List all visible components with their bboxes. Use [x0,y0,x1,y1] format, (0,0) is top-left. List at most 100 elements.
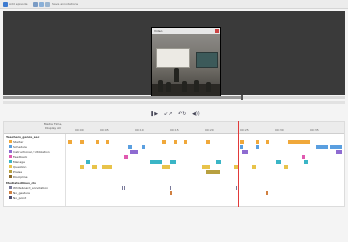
track-label[interactable]: Manage [9,160,25,164]
video-window[interactable]: Video [151,27,221,97]
loop-button[interactable]: ↶↻ [178,110,186,118]
toolbar-text-add[interactable]: Add episode [9,2,28,7]
tick-label: 00:15 [170,128,179,132]
track-group-label[interactable]: Mediatedlines_cls [6,181,36,185]
annotation-segment[interactable] [240,145,243,149]
annotation-segment[interactable] [80,140,84,144]
annotation-lanes[interactable] [66,134,344,206]
annotation-segment[interactable] [102,165,112,169]
tick-label: 00:10 [135,128,144,132]
track-label[interactable]: Question [9,165,26,169]
video-area: Video [3,11,345,97]
annotation-segment[interactable] [302,155,305,159]
playback-progress-fill [3,96,243,99]
annotation-segment[interactable] [266,191,268,195]
person-figure [194,80,199,92]
video-window-title: Video [154,29,163,33]
time-ruler[interactable]: Media Time, Display All 00:00 00:05 00:1… [4,122,344,134]
annotation-segment[interactable] [206,140,210,144]
playback-scrub-handle[interactable] [241,95,243,100]
add-icon[interactable] [3,2,8,7]
annotation-segment[interactable] [68,140,72,144]
ruler-label: Media Time, Display All [43,122,63,130]
annotation-segment[interactable] [256,140,259,144]
annotation-segment[interactable] [240,140,244,144]
annotation-segment[interactable] [242,150,248,154]
track-label[interactable]: Feedback [9,155,27,159]
volume-button[interactable]: ◀)) [192,110,200,118]
annotation-segment[interactable] [128,145,132,149]
annotation-segment[interactable] [206,170,220,174]
annotation-segment[interactable] [80,165,84,169]
track-name-column: Teachers_genre_sec Starter Schedule Inst… [4,134,66,206]
toolbar-text-save[interactable]: Save annotations [52,2,78,7]
tracks-area: Teachers_genre_sec Starter Schedule Inst… [4,134,344,206]
annotation-timeline: Media Time, Display All 00:00 00:05 00:1… [3,121,345,207]
track-label[interactable]: Starter [9,140,23,144]
tick-label: 00:00 [75,128,84,132]
annotation-segment[interactable] [162,140,166,144]
annotation-segment[interactable] [202,165,210,169]
tick-label: 00:25 [240,128,249,132]
annotation-segment[interactable] [236,186,237,190]
annotation-segment[interactable] [170,160,176,164]
person-figure [174,68,179,82]
annotation-segment[interactable] [174,140,177,144]
toolbar: Add episode Save annotations [0,0,348,9]
annotation-segment[interactable] [124,186,125,190]
chalkboard-image [196,52,218,68]
horizontal-scrollbar[interactable] [3,101,345,104]
track-label[interactable]: Praise [9,170,22,174]
step-buttons[interactable]: ↙↗ [164,110,172,118]
file-icon[interactable] [33,2,38,7]
play-pause-button[interactable]: ❚▶ [150,110,158,118]
undo-icon[interactable] [45,2,50,7]
annotation-segment[interactable] [336,150,342,154]
annotation-segment[interactable] [162,165,170,169]
annotation-segment[interactable] [124,155,128,159]
annotation-segment[interactable] [304,160,308,164]
track-label[interactable]: No_gesture [9,191,30,195]
annotation-segment[interactable] [316,145,328,149]
annotation-segment[interactable] [122,186,123,190]
person-figure [158,80,163,92]
person-figure [166,82,171,92]
annotation-segment[interactable] [130,150,138,154]
track-label[interactable]: Instructional / Utilization [9,150,50,154]
annotation-segment[interactable] [106,140,109,144]
annotation-segment[interactable] [288,140,310,144]
person-figure [182,81,187,92]
tick-label: 00:20 [205,128,214,132]
playback-progress-bar[interactable] [3,95,345,100]
save-icon[interactable] [39,2,44,7]
person-figure [206,82,211,92]
annotation-segment[interactable] [252,165,256,169]
annotation-segment[interactable] [86,160,90,164]
annotation-segment[interactable] [92,165,97,169]
tick-label: 00:05 [100,128,109,132]
annotation-segment[interactable] [170,186,171,190]
track-label[interactable]: Whiteboard_annotation [9,186,48,190]
annotation-segment[interactable] [184,140,187,144]
annotation-segment[interactable] [276,160,281,164]
annotation-segment[interactable] [266,140,269,144]
annotation-segment[interactable] [284,165,288,169]
close-icon[interactable] [215,29,219,33]
annotation-app: Add episode Save annotations Video ❚▶ ↙↗… [0,0,348,242]
track-label[interactable]: Schedule [9,145,27,149]
timeline-playhead[interactable] [238,121,239,207]
annotation-segment[interactable] [216,160,221,164]
classroom-video-frame [152,34,220,96]
annotation-segment[interactable] [142,145,145,149]
annotation-segment[interactable] [96,140,99,144]
track-group-label[interactable]: Teachers_genre_sec [6,135,39,139]
annotation-segment[interactable] [330,145,342,149]
tick-label: 00:30 [275,128,284,132]
annotation-segment[interactable] [150,160,162,164]
empty-panel [3,208,345,240]
annotation-segment[interactable] [256,145,259,149]
track-label[interactable]: Discipline [9,175,28,179]
track-label[interactable]: No_point [9,196,26,200]
whiteboard-image [156,48,190,68]
annotation-segment[interactable] [170,191,172,195]
